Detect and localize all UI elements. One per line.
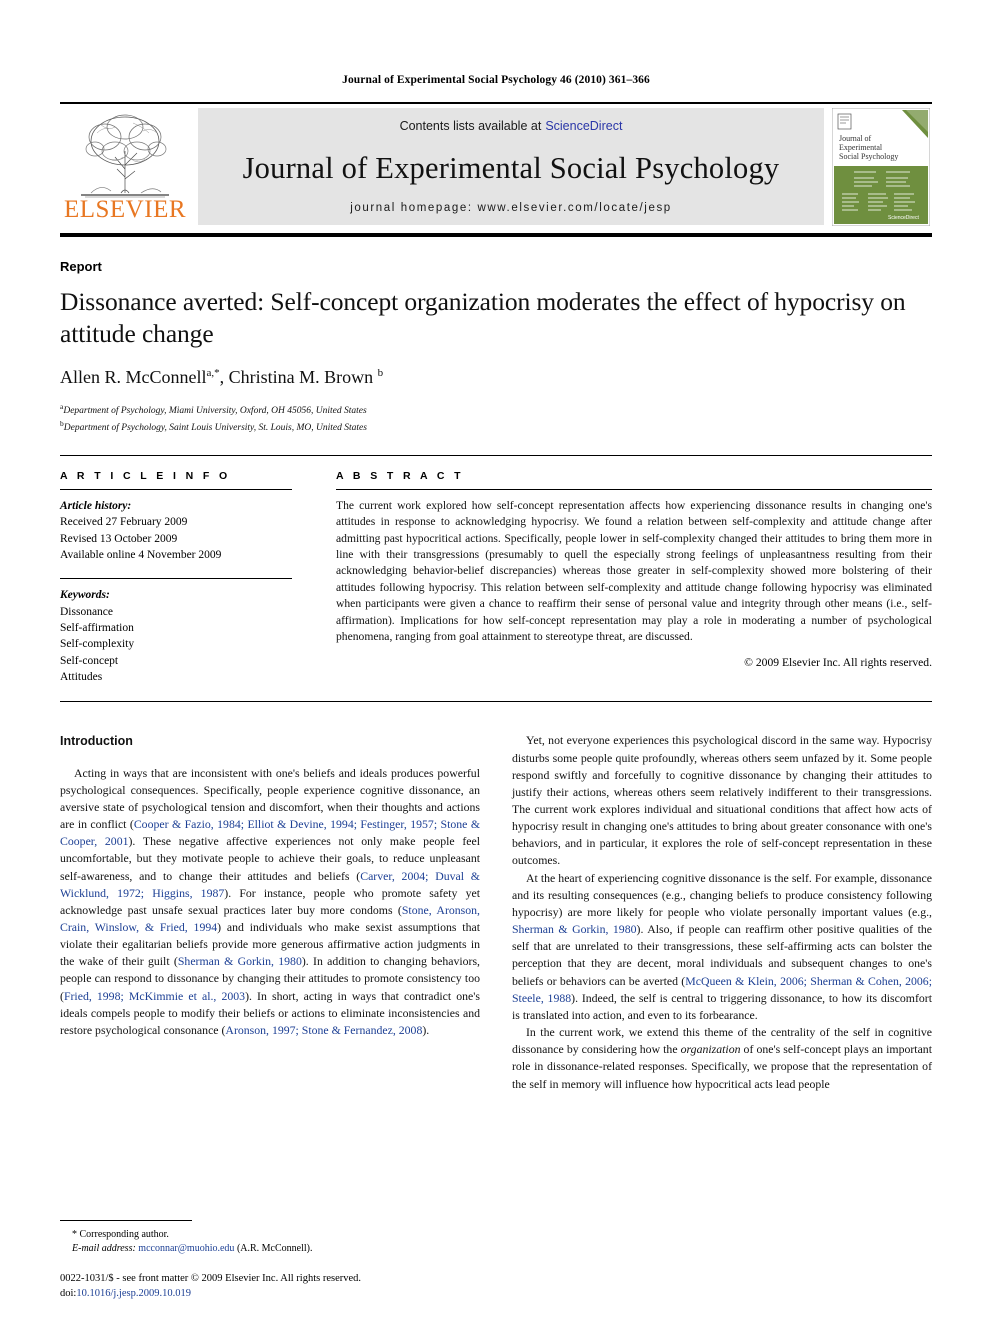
- running-head: Journal of Experimental Social Psycholog…: [342, 74, 650, 86]
- corresponding-author-note: * Corresponding author. E-mail address: …: [60, 1228, 480, 1256]
- journal-homepage[interactable]: journal homepage: www.elsevier.com/locat…: [350, 202, 672, 214]
- abstract-text: The current work explored how self-conce…: [336, 499, 932, 643]
- email-owner: (A.R. McConnell).: [236, 1242, 313, 1254]
- body-paragraph: In the current work, we extend this them…: [512, 1025, 932, 1091]
- svg-text:ScienceDirect: ScienceDirect: [888, 215, 919, 221]
- keyword-item: Attitudes: [60, 671, 103, 684]
- asterisk-icon: *: [72, 1228, 77, 1240]
- svg-text:Journal of: Journal of: [839, 134, 872, 143]
- keywords-label: Keywords:: [60, 589, 110, 602]
- abstract-rule: [336, 489, 932, 491]
- body-paragraph: Acting in ways that are inconsistent wit…: [60, 765, 481, 1037]
- history-online: Available online 4 November 2009: [60, 549, 222, 562]
- history-revised: Revised 13 October 2009: [60, 532, 178, 545]
- body-column-right: Yet, not everyone experiences this psych…: [512, 732, 932, 1092]
- corresponding-author-line: * Corresponding author.: [60, 1228, 480, 1242]
- journal-masthead: ELSEVIER Contents lists available at Sci…: [60, 102, 932, 229]
- info-abstract-row: A R T I C L E I N F O Article history: R…: [60, 470, 932, 685]
- keywords-rule: [60, 578, 292, 580]
- article-history-label: Article history:: [60, 500, 132, 513]
- email-line: E-mail address: mcconnar@muohio.edu (A.R…: [60, 1242, 480, 1256]
- email-label: E-mail address:: [72, 1242, 136, 1254]
- elsevier-wordmark: ELSEVIER: [63, 196, 187, 223]
- contents-available-line: Contents lists available at ScienceDirec…: [400, 117, 623, 135]
- elsevier-tree-icon: [81, 114, 169, 198]
- body-column-left: Introduction Acting in ways that are inc…: [60, 732, 480, 1092]
- affiliation-b: bDepartment of Psychology, Saint Louis U…: [60, 419, 367, 434]
- keyword-item: Self-complexity: [60, 638, 135, 651]
- contents-label: Contents lists available at: [399, 119, 542, 133]
- journal-article-page: Journal of Experimental Social Psycholog…: [0, 0, 992, 1323]
- masthead-bottom-rule: [60, 233, 932, 237]
- journal-title: Journal of Experimental Social Psycholog…: [242, 151, 780, 185]
- keyword-item: Self-affirmation: [60, 622, 134, 635]
- abstract-column: A B S T R A C T The current work explore…: [336, 470, 932, 685]
- info-bottom-rule: [60, 701, 932, 703]
- affiliation-a: aDepartment of Psychology, Miami Univers…: [60, 402, 367, 417]
- masthead-center: Contents lists available at ScienceDirec…: [198, 108, 824, 225]
- svg-text:Social Psychology: Social Psychology: [839, 152, 898, 161]
- article-info-column: A R T I C L E I N F O Article history: R…: [60, 470, 336, 685]
- article-history: Article history: Received 27 February 20…: [60, 498, 320, 563]
- footnote-rule: [60, 1219, 192, 1221]
- email-link[interactable]: mcconnar@muohio.edu: [138, 1243, 234, 1254]
- keyword-item: Self-concept: [60, 654, 119, 667]
- page-title: Dissonance averted: Self-concept organiz…: [60, 287, 906, 349]
- svg-text:Experimental: Experimental: [839, 143, 883, 152]
- article-type-label: Report: [60, 259, 102, 274]
- issn-copyright-block: 0022-1031/$ - see front matter © 2009 El…: [60, 1272, 480, 1301]
- journal-cover-image: Journal of Experimental Social Psycholog…: [832, 108, 930, 226]
- section-heading-introduction: Introduction: [60, 734, 133, 749]
- page-footer: * Corresponding author. E-mail address: …: [60, 1219, 480, 1301]
- journal-cover-thumbnail: Journal of Experimental Social Psycholog…: [832, 108, 932, 226]
- elsevier-logo: ELSEVIER: [60, 104, 190, 229]
- abstract-heading: A B S T R A C T: [336, 470, 464, 483]
- keyword-item: Dissonance: [60, 605, 114, 618]
- doi-line: doi:10.1016/j.jesp.2009.10.019: [60, 1287, 480, 1301]
- corresponding-author-label: Corresponding author.: [79, 1228, 169, 1240]
- article-info-heading: A R T I C L E I N F O: [60, 470, 231, 483]
- author-list: Allen R. McConnella,*, Christina M. Brow…: [60, 367, 384, 388]
- article-info-rule: [60, 489, 292, 491]
- abstract-copyright: © 2009 Elsevier Inc. All rights reserved…: [744, 656, 932, 670]
- body-paragraph: At the heart of experiencing cognitive d…: [512, 870, 932, 1022]
- body-paragraph: Yet, not everyone experiences this psych…: [512, 733, 932, 868]
- doi-label: doi:: [60, 1287, 77, 1299]
- info-top-rule: [60, 455, 932, 457]
- doi-link[interactable]: 10.1016/j.jesp.2009.10.019: [76, 1288, 191, 1299]
- issn-line: 0022-1031/$ - see front matter © 2009 El…: [60, 1273, 362, 1285]
- affiliations: aDepartment of Psychology, Miami Univers…: [60, 402, 932, 436]
- article-body: Introduction Acting in ways that are inc…: [60, 732, 932, 1092]
- history-received: Received 27 February 2009: [60, 516, 188, 529]
- sciencedirect-link[interactable]: ScienceDirect: [545, 119, 622, 133]
- keywords-list: Keywords: Dissonance Self-affirmation Se…: [60, 587, 320, 685]
